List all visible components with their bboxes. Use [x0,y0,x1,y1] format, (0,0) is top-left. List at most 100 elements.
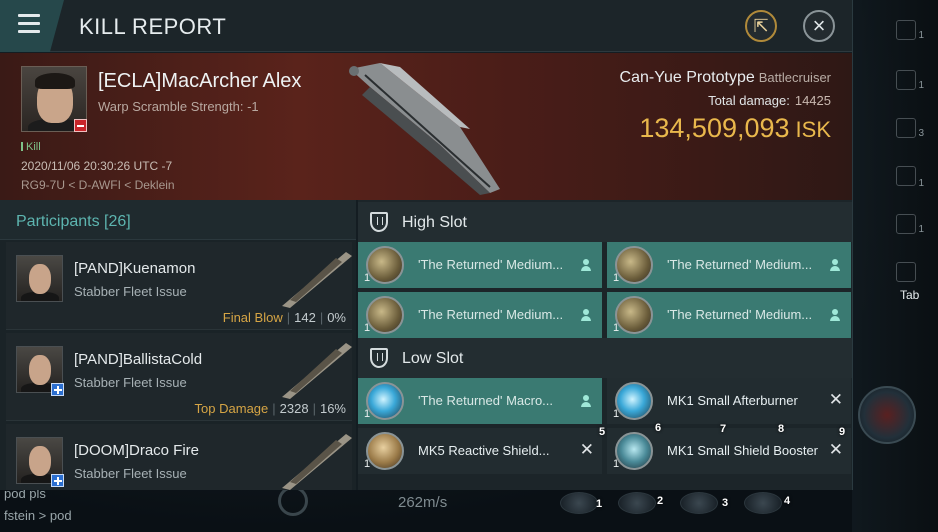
gear-icon[interactable] [278,486,308,516]
slot-number: 6 [655,422,662,434]
participant-row[interactable]: [DOOM]Draco Fire Stabber Fleet Issue [6,424,352,490]
low-slot-title: Low Slot [402,350,464,367]
kill-location[interactable]: RG9-7U < D-AWFI < Deklein [21,178,175,192]
module-quantity: 1 [364,272,371,284]
hud-module-icon[interactable] [896,166,916,186]
final-blow-tag: Final Blow [222,310,283,325]
module-item[interactable]: 1 'The Returned' Medium... [607,292,851,338]
hud-module-icon[interactable] [896,118,916,138]
module-item[interactable]: 1 MK1 Small Shield Booster ✕ [607,428,851,474]
participant-damage: 142 [294,310,316,325]
total-damage-value: 14425 [794,93,831,108]
participant-percent: 0% [327,310,346,325]
participant-row[interactable]: [PAND]Kuenamon Stabber Fleet Issue Final… [6,242,352,330]
hud-slot-button[interactable] [680,492,718,514]
share-button[interactable]: ⇱ [745,10,777,42]
module-item[interactable]: 1 MK5 Reactive Shield... ✕ [358,428,602,474]
module-icon [615,432,653,470]
hud-count: 1 [918,30,924,41]
shield-icon [370,348,388,368]
high-slot-title: High Slot [402,214,467,231]
module-name: 'The Returned' Medium... [418,307,564,322]
tab-label[interactable]: Tab [900,288,919,302]
module-quantity: 1 [613,458,620,470]
module-item[interactable]: 1 'The Returned' Macro... [358,378,602,424]
hud-module-icon[interactable] [896,214,916,234]
participant-ship: Stabber Fleet Issue [74,375,187,390]
module-quantity: 1 [613,322,620,334]
module-quantity: 1 [364,458,371,470]
top-damage-tag: Top Damage [194,401,269,416]
close-icon: × [812,13,826,38]
victim-ship[interactable]: Can-Yue Prototype Battlecruiser [620,69,831,87]
close-button[interactable]: × [803,10,835,42]
slot-number: 4 [784,495,791,507]
module-item[interactable]: 1 'The Returned' Medium... [358,292,602,338]
victim-name[interactable]: [ECLA]MacArcher Alex [98,70,301,93]
speed-readout: 262m/s [398,494,448,511]
warp-scramble-strength: Warp Scramble Strength: -1 [98,99,259,114]
title-bar: KILL REPORT ⇱ × [0,0,852,52]
menu-button[interactable] [0,0,64,52]
participant-ship-image [282,252,352,308]
participant-name: [DOOM]Draco Fire [74,442,200,459]
person-icon [829,259,841,271]
participants-header: Participants [26] [0,200,356,240]
participant-ship-image [282,434,352,490]
hamburger-icon [18,14,40,17]
module-quantity: 1 [613,272,620,284]
participant-stats: Final Blow | 142 | 0% [222,310,346,325]
participant-name: [PAND]Kuenamon [74,260,196,277]
standing-badge [51,383,64,396]
module-icon [366,246,404,284]
module-icon [366,432,404,470]
module-icon [366,382,404,420]
participant-row[interactable]: [PAND]BallistaCold Stabber Fleet Issue T… [6,333,352,421]
participant-ship: Stabber Fleet Issue [74,284,187,299]
participant-ship: Stabber Fleet Issue [74,466,187,481]
slot-number: 9 [839,426,846,438]
module-item[interactable]: 1 'The Returned' Medium... [358,242,602,288]
chat-line: fstein > pod [4,508,72,523]
module-icon [615,296,653,334]
slot-number: 2 [657,495,664,507]
module-name: 'The Returned' Medium... [418,257,564,272]
module-icon [615,246,653,284]
hud-count: 3 [918,128,924,139]
victim-header: [ECLA]MacArcher Alex Warp Scramble Stren… [0,53,852,200]
isk-amount: 134,509,093 [639,113,790,143]
isk-unit: ISK [795,117,831,142]
slot-number: 8 [778,423,785,435]
target-widget[interactable] [858,386,916,444]
module-quantity: 1 [364,408,371,420]
module-name: MK1 Small Shield Booster [667,443,819,458]
module-icon [615,382,653,420]
participants-title: Participants [26] [16,213,131,230]
shield-icon [370,212,388,232]
slot-number: 3 [722,497,729,509]
participant-name: [PAND]BallistaCold [74,351,203,368]
hud-slot-button[interactable] [618,492,656,514]
participant-percent: 16% [319,401,346,416]
hud-module-icon[interactable] [896,70,916,90]
hud-count: 1 [918,80,924,91]
hud-slot-button[interactable] [744,492,782,514]
module-item[interactable]: 1 MK1 Small Afterburner ✕ [607,378,851,424]
module-name: 'The Returned' Medium... [667,307,813,322]
total-damage-label: Total damage: [708,93,790,108]
participant-damage: 2328 [279,401,309,416]
share-icon: ⇱ [753,16,769,36]
standing-badge [51,474,64,487]
hud-module-icon[interactable] [896,20,916,40]
participant-ship-image [282,343,352,399]
hud-slot-button[interactable] [560,492,598,514]
isk-value: 134,509,093 ISK [639,113,831,144]
participant-avatar[interactable] [16,255,63,302]
low-slot-header: Low Slot [358,338,852,378]
module-item[interactable]: 1 'The Returned' Medium... [607,242,851,288]
kill-tag: Kill [21,141,41,153]
tab-icon[interactable] [896,262,916,282]
standing-badge [74,119,87,132]
kill-report-panel: KILL REPORT ⇱ × [ECLA]MacArcher Alex War… [0,0,853,490]
slot-number: 1 [596,498,603,510]
